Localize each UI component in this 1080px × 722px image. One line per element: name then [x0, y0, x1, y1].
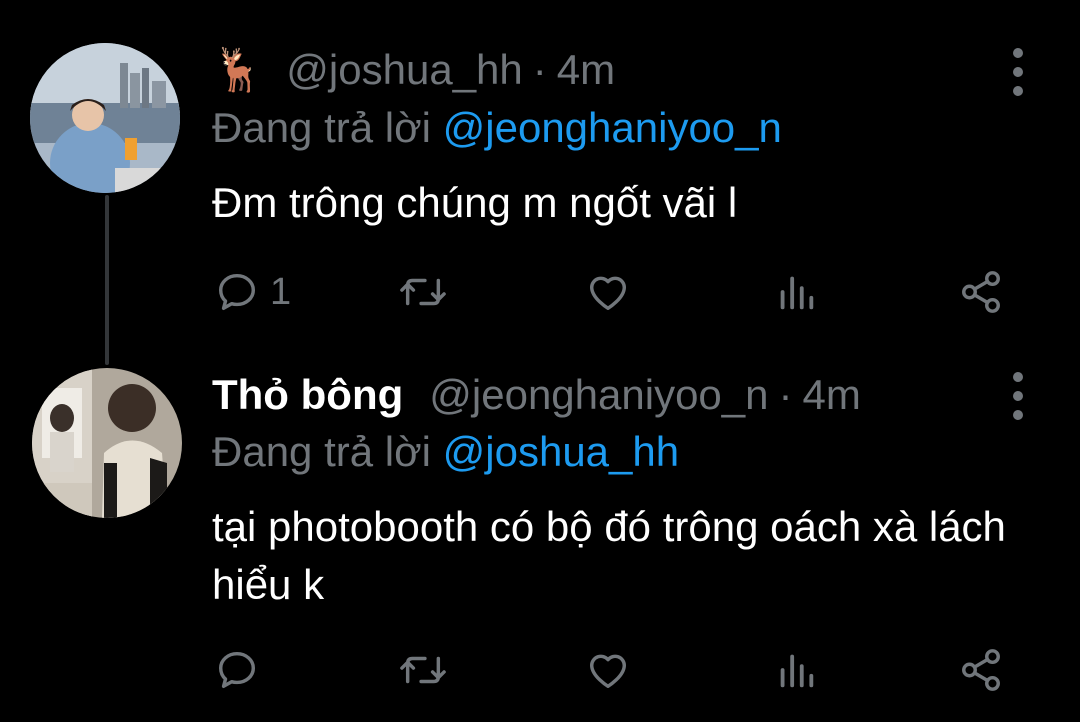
- reply-button[interactable]: 1: [214, 267, 291, 317]
- display-name[interactable]: Thỏ bông: [212, 371, 403, 419]
- retweet-icon: [400, 278, 446, 306]
- replying-to-mention[interactable]: @jeonghaniyoo_n: [443, 104, 782, 151]
- replying-to-label: Đang trả lời: [212, 428, 431, 475]
- replying-to-label: Đang trả lời: [212, 104, 431, 151]
- tweet[interactable]: Thỏ bông @jeonghaniyoo_n · 4m Đang trả l…: [0, 350, 1080, 722]
- reply-count: 1: [270, 270, 292, 313]
- views-button[interactable]: [774, 267, 818, 317]
- replying-to-line: Đang trả lời @joshua_hh: [212, 428, 679, 476]
- heart-icon: [589, 276, 627, 311]
- reply-icon: [218, 273, 256, 311]
- more-vertical-icon[interactable]: [1008, 48, 1028, 96]
- views-icon: [780, 276, 814, 310]
- replying-to-mention[interactable]: @joshua_hh: [443, 428, 679, 475]
- retweet-button[interactable]: [398, 267, 448, 317]
- more-vertical-icon[interactable]: [1008, 372, 1028, 420]
- reply-icon: [218, 651, 256, 689]
- heart-icon: [589, 654, 627, 689]
- reply-thread: 🦌 @joshua_hh · 4m Đang trả lời @jeonghan…: [0, 0, 1080, 722]
- tweet[interactable]: 🦌 @joshua_hh · 4m Đang trả lời @jeonghan…: [0, 0, 1080, 350]
- reply-button[interactable]: [214, 645, 270, 695]
- views-button[interactable]: [774, 645, 818, 695]
- tweet-header: 🦌 @joshua_hh · 4m: [212, 42, 615, 98]
- username-handle[interactable]: @joshua_hh: [286, 46, 522, 94]
- share-button[interactable]: [958, 267, 1004, 317]
- deer-emoji: 🦌: [212, 45, 265, 93]
- username-handle[interactable]: @jeonghaniyoo_n: [429, 371, 768, 419]
- timestamp[interactable]: 4m: [557, 46, 615, 94]
- retweet-icon: [400, 656, 446, 684]
- avatar-photo: [30, 43, 180, 193]
- tweet-text: tại photobooth có bộ đó trông oách xà lá…: [212, 503, 1006, 608]
- avatar[interactable]: [32, 368, 182, 518]
- separator-dot: ·: [532, 46, 547, 93]
- tweet-text: Đm trông chúng m ngốt vãi l: [212, 179, 738, 226]
- tweet-actions: 1: [0, 267, 1080, 317]
- replying-to-line: Đang trả lời @jeonghaniyoo_n: [212, 104, 782, 152]
- views-icon: [780, 654, 814, 688]
- timestamp[interactable]: 4m: [803, 371, 861, 419]
- like-button[interactable]: [584, 267, 632, 317]
- like-button[interactable]: [584, 645, 632, 695]
- share-icon: [962, 649, 1000, 691]
- tweet-actions: [0, 645, 1080, 695]
- separator-dot: ·: [778, 371, 793, 418]
- avatar-photo: [32, 368, 182, 518]
- retweet-button[interactable]: [398, 645, 448, 695]
- tweet-header: Thỏ bông @jeonghaniyoo_n · 4m: [212, 367, 861, 423]
- share-button[interactable]: [958, 645, 1004, 695]
- avatar[interactable]: [30, 43, 180, 193]
- share-icon: [962, 271, 1000, 313]
